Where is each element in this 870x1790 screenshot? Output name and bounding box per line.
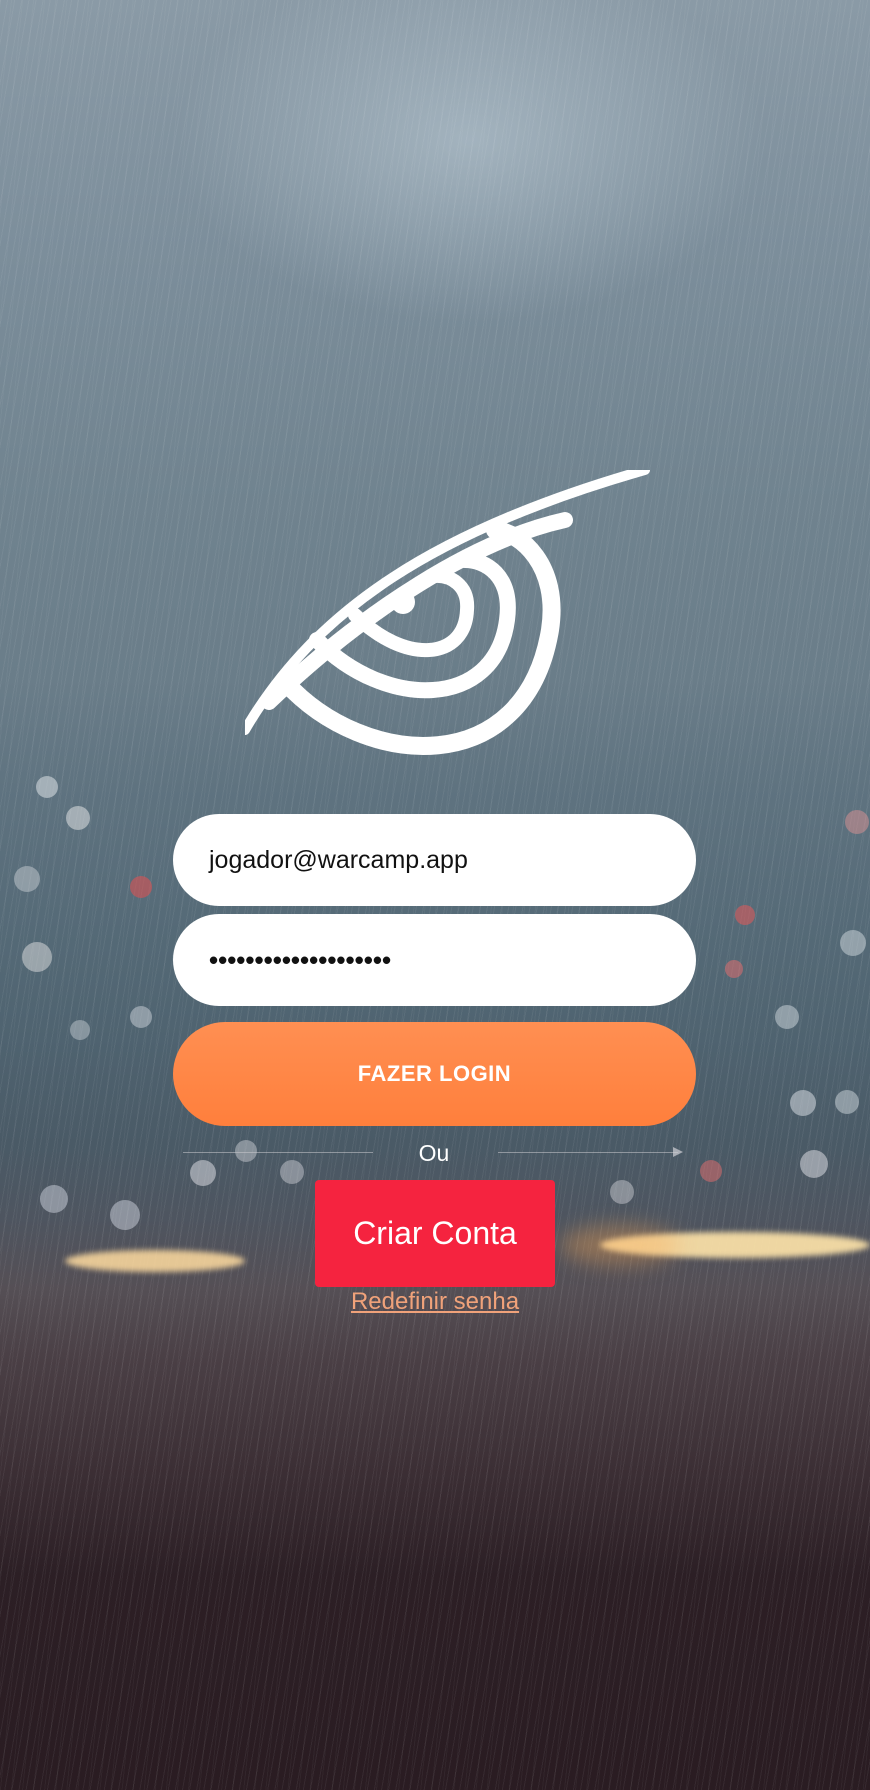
or-divider: Ou [183, 1138, 685, 1168]
create-account-label: Criar Conta [353, 1215, 517, 1251]
divider-label: Ou [418, 1140, 450, 1166]
password-field[interactable]: •••••••••••••••••••• [173, 914, 696, 1006]
eye-logo-icon [245, 470, 650, 755]
email-field[interactable]: jogador@warcamp.app [173, 814, 696, 906]
login-button-label: FAZER LOGIN [357, 1061, 512, 1086]
password-value: •••••••••••••••••••• [209, 944, 392, 975]
email-value: jogador@warcamp.app [209, 845, 468, 874]
reset-password-link[interactable]: Redefinir senha [0, 1288, 870, 1316]
login-screen: jogador@warcamp.app ••••••••••••••••••••… [0, 0, 870, 1790]
create-account-button[interactable]: Criar Conta [315, 1180, 555, 1287]
reset-password-label[interactable]: Redefinir senha [351, 1288, 519, 1315]
login-button[interactable]: FAZER LOGIN [173, 1022, 696, 1126]
